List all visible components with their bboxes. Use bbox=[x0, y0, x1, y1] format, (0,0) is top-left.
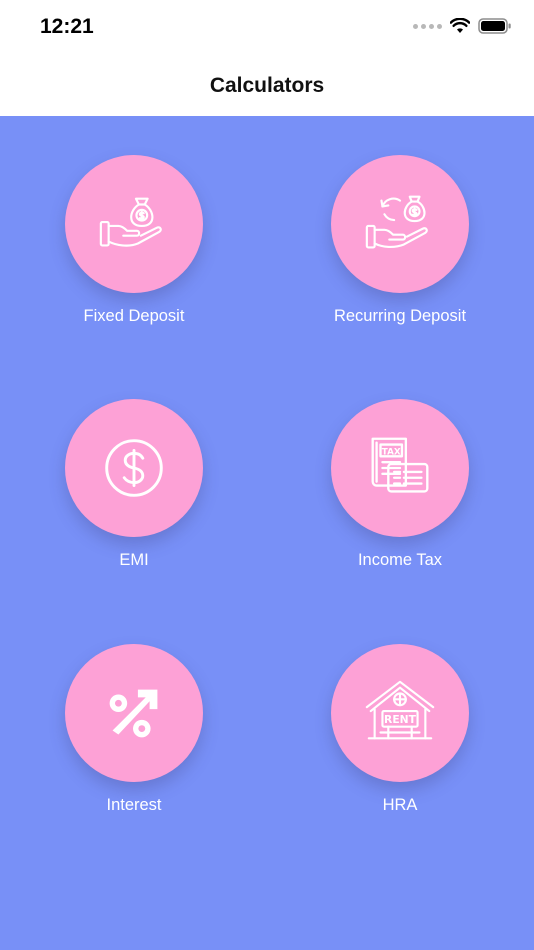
income-tax-button[interactable]: TAX Income Tax bbox=[285, 399, 515, 599]
fixed-deposit-button[interactable]: Fixed Deposit bbox=[19, 155, 249, 355]
fixed-deposit-circle[interactable] bbox=[65, 155, 203, 293]
calculator-label: Income Tax bbox=[357, 551, 443, 569]
status-time: 12:21 bbox=[40, 15, 94, 38]
calculator-label: Interest bbox=[106, 796, 162, 814]
money-bag-hand-icon bbox=[99, 197, 162, 247]
status-bar: 12:21 bbox=[0, 0, 534, 56]
svg-text:TAX: TAX bbox=[382, 447, 401, 457]
status-indicators bbox=[413, 18, 512, 34]
interest-circle[interactable] bbox=[65, 644, 203, 782]
cellular-signal-icon bbox=[413, 23, 442, 29]
svg-text:RENT: RENT bbox=[384, 713, 417, 726]
calculator-label: EMI bbox=[119, 551, 149, 569]
calculator-label: Fixed Deposit bbox=[83, 307, 185, 325]
emi-button[interactable]: EMI bbox=[19, 399, 249, 599]
calculator-label: Recurring Deposit bbox=[333, 307, 467, 325]
rent-house-icon: RENT bbox=[365, 680, 435, 740]
emi-circle[interactable] bbox=[65, 399, 203, 537]
hra-button[interactable]: RENT HRA bbox=[285, 644, 515, 844]
dollar-coin-icon bbox=[105, 439, 163, 497]
battery-icon bbox=[478, 18, 511, 34]
tax-document-icon: TAX bbox=[371, 437, 429, 493]
interest-button[interactable]: Interest bbox=[19, 644, 249, 844]
page-title: Calculators bbox=[209, 74, 325, 97]
money-bag-refresh-hand-icon bbox=[365, 195, 428, 249]
income-tax-circle[interactable]: TAX bbox=[331, 399, 469, 537]
hra-circle[interactable]: RENT bbox=[331, 644, 469, 782]
percent-arrow-icon bbox=[109, 689, 158, 738]
calculator-grid: Fixed Deposit Recurring Deposit EMI TAX … bbox=[0, 116, 534, 950]
calculator-label: HRA bbox=[382, 796, 418, 814]
nav-bar: Calculators bbox=[0, 56, 534, 116]
recurring-deposit-circle[interactable] bbox=[331, 155, 469, 293]
wifi-icon bbox=[450, 18, 470, 33]
recurring-deposit-button[interactable]: Recurring Deposit bbox=[285, 155, 515, 355]
